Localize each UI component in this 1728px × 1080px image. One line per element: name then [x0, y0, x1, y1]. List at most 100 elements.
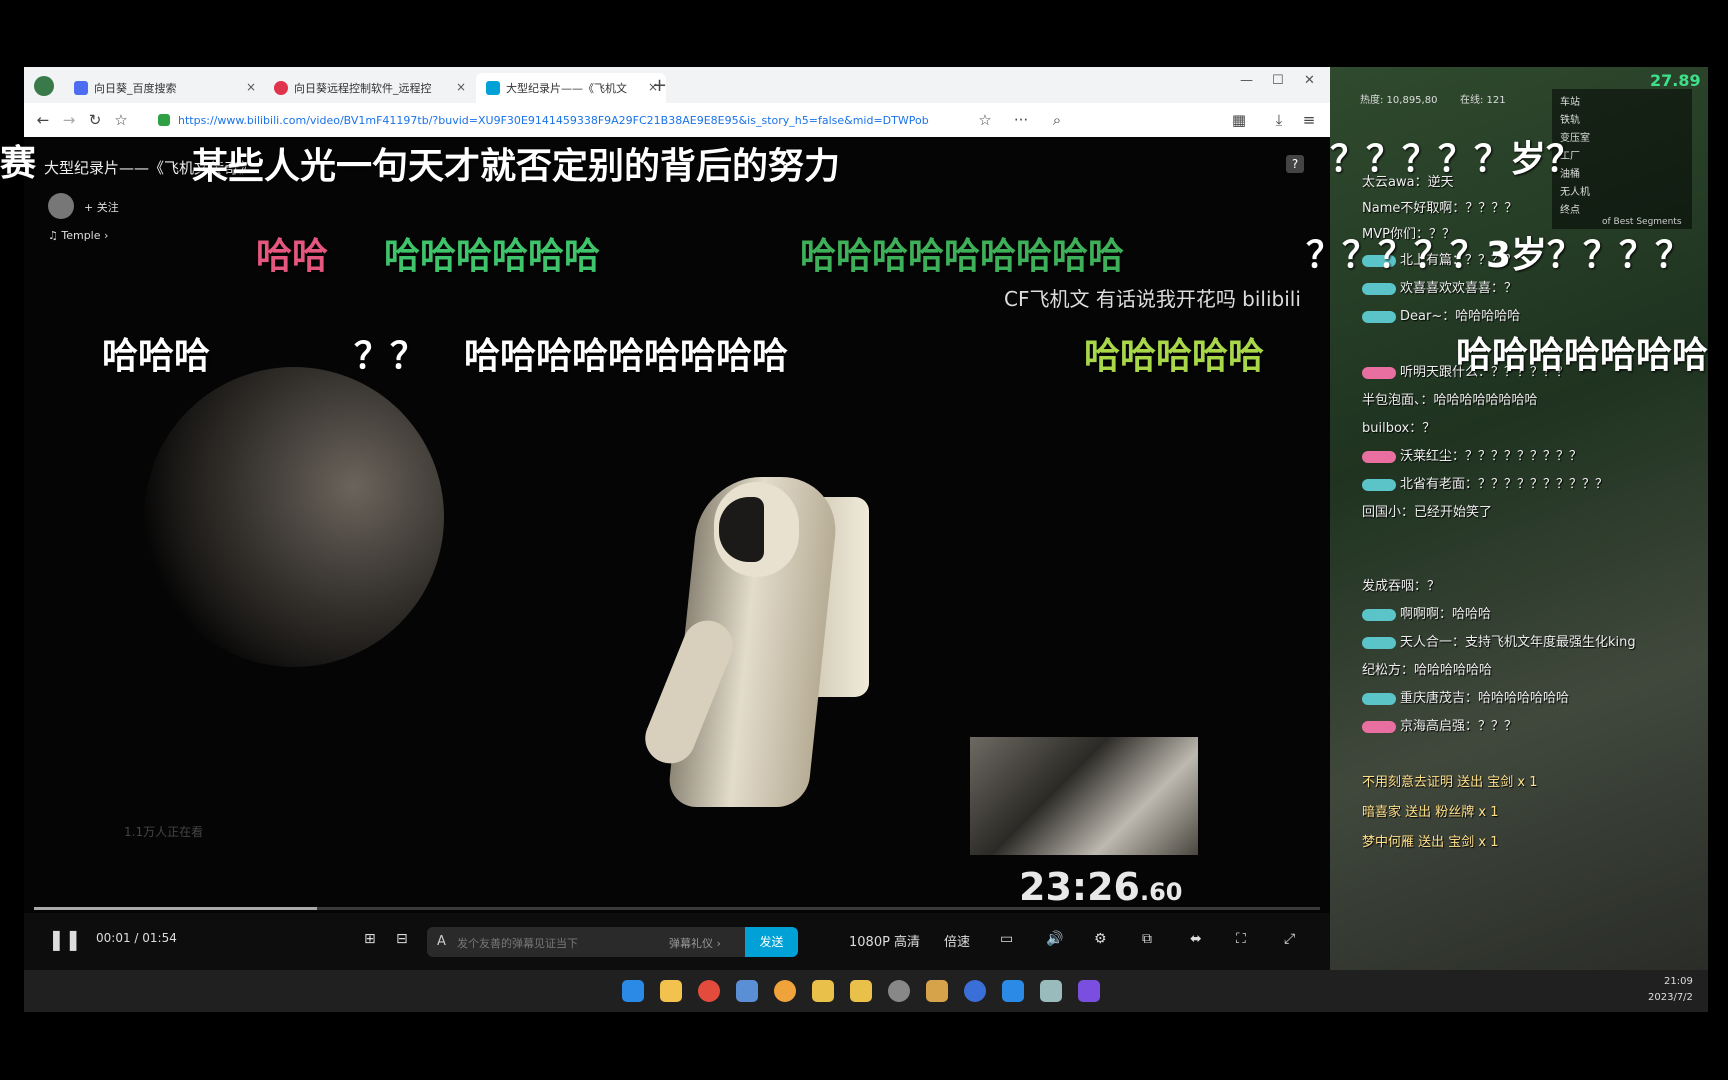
danmaku-settings-icon[interactable]: ⊟	[396, 931, 408, 947]
app-icon[interactable]	[1040, 980, 1062, 1002]
extensions-icon[interactable]: ▦	[1230, 111, 1248, 129]
app-icon[interactable]	[736, 980, 758, 1002]
chat-message: 半包泡面、：哈哈哈哈哈哈哈哈	[1362, 393, 1538, 408]
gift-message: 不用刻意去证明 送出 宝剑 x 1	[1362, 775, 1538, 790]
danmaku-etiquette-link[interactable]: 弹幕礼仪 ›	[669, 935, 721, 951]
gift-message: 梦中何雁 送出 宝剑 x 1	[1362, 835, 1499, 850]
browser-window: 向日葵_百度搜索 × 向日葵远程控制软件_远程控 × 大型纪录片——《飞机文 ×…	[24, 67, 1330, 970]
more-icon[interactable]: ···	[1012, 111, 1030, 129]
fullscreen-icon[interactable]: ⤢	[1284, 931, 1295, 947]
app-icon[interactable]	[964, 980, 986, 1002]
close-tab-icon[interactable]: ×	[246, 80, 256, 94]
tab-label: 向日葵_百度搜索	[94, 82, 177, 95]
danmaku: 赛	[0, 143, 37, 184]
app-icon[interactable]	[926, 980, 948, 1002]
close-tab-icon[interactable]: ×	[456, 80, 466, 94]
music-link[interactable]: ♫ Temple ›	[48, 229, 108, 242]
split-item: 终点	[1560, 205, 1580, 216]
menu-icon[interactable]: ≡	[1300, 111, 1318, 129]
split-item: 无人机	[1560, 187, 1590, 198]
clock-date: 2023/7/2	[1648, 992, 1693, 1003]
browser-taskbar-icon[interactable]	[1002, 980, 1024, 1002]
danmaku: 某些人光一句天才就否定别的背后的努力	[192, 146, 841, 187]
danmaku: ？？	[354, 336, 427, 377]
danmaku: 哈哈哈哈哈	[1084, 336, 1265, 377]
tab-favicon-icon	[486, 81, 500, 95]
player-controls: ❚❚ 00:01 / 01:54 ⊞ ⊟ A 发个友善的弹幕见证当下 弹幕礼仪 …	[24, 907, 1330, 970]
fan-badge	[1362, 608, 1396, 621]
split-item: 车站	[1560, 97, 1580, 108]
gift-message: 暗喜家 送出 粉丝牌 x 1	[1362, 805, 1499, 820]
speed-button[interactable]: 倍速	[944, 931, 970, 950]
minimize-icon[interactable]: —	[1240, 73, 1253, 88]
fan-badge	[1362, 366, 1396, 379]
subtitle-off-icon[interactable]: ▭	[1000, 931, 1013, 947]
pause-icon[interactable]: ❚❚	[48, 927, 82, 951]
widescreen-icon[interactable]: ⬌	[1190, 931, 1202, 947]
forward-icon[interactable]: →	[60, 111, 78, 129]
fan-badge	[1362, 310, 1396, 323]
danmaku: ？？？？？3岁？？？？	[1306, 235, 1692, 276]
follow-button[interactable]: + 关注	[84, 199, 119, 215]
uploader-avatar[interactable]	[48, 193, 74, 219]
video-watermark: CF飞机文 有话说我开花吗 bilibili	[1004, 287, 1301, 311]
text-style-icon[interactable]: A	[437, 934, 446, 949]
start-icon[interactable]	[622, 980, 644, 1002]
pip-icon[interactable]: ⧉	[1142, 931, 1152, 947]
settings-gear-icon[interactable]: ⚙	[1094, 931, 1107, 947]
danmaku: 哈哈	[256, 236, 329, 277]
chat-message: 啊啊啊：哈哈哈	[1362, 603, 1491, 622]
app-icon[interactable]	[888, 980, 910, 1002]
danmaku: 哈哈哈哈哈哈	[384, 236, 601, 277]
close-window-icon[interactable]: ✕	[1304, 73, 1315, 88]
reload-icon[interactable]: ↻	[86, 111, 104, 129]
danmaku: ？？？？？岁？	[1330, 139, 1583, 180]
video-player[interactable]: 23:26.60 大型纪录片——《飞机文传奇》 + 关注 ♫ Temple › …	[24, 137, 1330, 913]
quality-button[interactable]: 1080P 高清	[849, 931, 920, 950]
app-icon[interactable]	[1078, 980, 1100, 1002]
danmaku-toggle-icon[interactable]: ⊞	[364, 931, 376, 947]
tab-sunlogin[interactable]: 向日葵远程控制软件_远程控 ×	[264, 73, 474, 103]
split-item: 铁轨	[1560, 115, 1580, 126]
url-input[interactable]: https://www.bilibili.com/video/BV1mF4119…	[178, 110, 1018, 132]
chat-message: 京海高启强：？？？	[1362, 715, 1517, 734]
help-icon[interactable]: ?	[1286, 155, 1304, 173]
volume-icon[interactable]: 🔊	[1046, 931, 1063, 947]
new-tab-button[interactable]: +	[652, 75, 667, 96]
chat-message: 北省有老面：？？？？？？？？？？	[1362, 473, 1608, 492]
app-icon[interactable]	[774, 980, 796, 1002]
chat-message: Dear~：哈哈哈哈哈	[1362, 305, 1520, 324]
send-button[interactable]: 发送	[745, 927, 798, 957]
download-icon[interactable]: ⤓	[1270, 111, 1288, 129]
danmaku: 哈哈哈哈哈哈哈哈哈	[800, 236, 1125, 277]
maximize-icon[interactable]: ☐	[1272, 73, 1284, 88]
time-display: 00:01 / 01:54	[96, 931, 177, 945]
chat-message: 天人合一：支持飞机文年度最强生化king	[1362, 631, 1636, 650]
bookmark-star-icon[interactable]: ☆	[976, 111, 994, 129]
secure-lock-icon	[158, 114, 170, 126]
chrome-icon[interactable]	[698, 980, 720, 1002]
home-icon[interactable]: ☆	[112, 111, 130, 129]
app-icon[interactable]	[812, 980, 834, 1002]
progress-bar[interactable]	[34, 907, 1320, 910]
tab-favicon-icon	[274, 81, 288, 95]
back-icon[interactable]: ←	[34, 111, 52, 129]
fan-badge	[1362, 282, 1396, 295]
live-stream-panel: 27.89 热度: 10,895,80 在线: 121 车站 铁轨 变压室 工厂…	[1330, 67, 1708, 970]
chat-message: 回国小：已经开始笑了	[1362, 505, 1493, 520]
progress-fill	[34, 907, 317, 910]
danmaku: 哈哈哈哈哈哈哈哈哈	[464, 336, 789, 377]
file-explorer-icon[interactable]	[660, 980, 682, 1002]
fan-badge	[1362, 478, 1396, 491]
fan-badge	[1362, 692, 1396, 705]
danmaku: 哈哈哈哈哈哈哈	[1456, 335, 1709, 376]
chat-message: 重庆唐茂吉：哈哈哈哈哈哈哈	[1362, 687, 1569, 706]
danmaku-placeholder: 发个友善的弹幕见证当下	[457, 937, 578, 950]
danmaku-input[interactable]: A 发个友善的弹幕见证当下 弹幕礼仪 ›	[427, 927, 745, 957]
app-icon[interactable]	[850, 980, 872, 1002]
tab-baidu[interactable]: 向日葵_百度搜索 ×	[64, 73, 264, 103]
tab-bilibili[interactable]: 大型纪录片——《飞机文 ×	[476, 73, 666, 103]
chat-message: 纪松方：哈哈哈哈哈哈	[1362, 663, 1493, 678]
web-fullscreen-icon[interactable]: ⛶	[1236, 931, 1246, 947]
search-icon[interactable]: ⌕	[1048, 111, 1066, 129]
